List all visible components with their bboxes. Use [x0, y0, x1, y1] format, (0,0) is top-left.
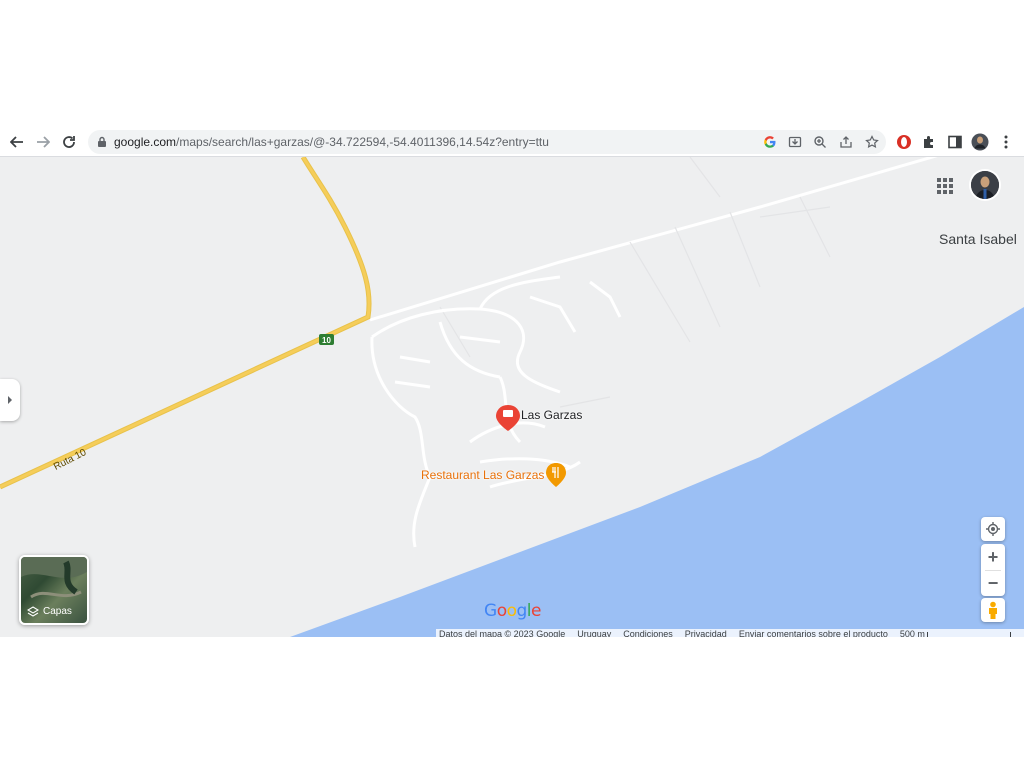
back-button[interactable] [7, 132, 27, 152]
neighbourhood-streets [370, 275, 622, 548]
install-icon [788, 136, 802, 148]
chevron-right-icon [8, 396, 12, 404]
star-icon [865, 135, 879, 149]
puzzle-icon [924, 136, 933, 148]
magnifier-icon [814, 136, 826, 148]
my-location-icon [986, 522, 1000, 536]
url-path: /maps/search/las+garzas/@-34.722594,-54.… [176, 135, 549, 149]
profile-button[interactable] [971, 133, 989, 151]
more-vertical-icon [1004, 135, 1008, 149]
privacy-link[interactable]: Privacidad [685, 629, 727, 637]
install-app-button[interactable] [787, 134, 803, 150]
scale-bar [926, 631, 1011, 637]
highway-ruta-10 [0, 157, 372, 490]
map-data-attribution: Datos del mapa © 2023 Google [439, 629, 566, 637]
opera-icon [897, 135, 911, 149]
scale-label: 500 m [899, 629, 925, 637]
coastal-road [369, 157, 938, 322]
google-logo: Google [484, 601, 541, 621]
restaurant-pin [546, 463, 566, 487]
map-footer: Datos del mapa © 2023 Google Uruguay Con… [436, 629, 1024, 637]
zoom-in-button[interactable]: + [981, 544, 1005, 570]
account-avatar-icon [971, 171, 999, 199]
google-g-icon [764, 136, 776, 148]
layers-icon [27, 606, 39, 617]
town-label-santa-isabel[interactable]: Santa Isabel [939, 231, 1017, 247]
route-shield-number: 10 [322, 336, 331, 345]
forward-arrow-icon [37, 136, 50, 148]
zoom-controls: + − [981, 544, 1005, 596]
account-avatar-button[interactable] [971, 171, 999, 199]
google-lens-button[interactable] [762, 134, 778, 150]
browser-toolbar: google.com/maps/search/las+garzas/@-34.7… [0, 128, 1024, 157]
zoom-page-button[interactable] [812, 134, 828, 150]
share-icon [840, 136, 852, 148]
google-apps-button[interactable] [935, 176, 955, 196]
poi-label-restaurant[interactable]: Restaurant Las Garzas [421, 468, 544, 482]
reload-icon [63, 136, 75, 148]
map-canvas[interactable]: 10 Las Garzas Restaurant Las Garzas Sant… [0, 157, 1024, 637]
feedback-link[interactable]: Enviar comentarios sobre el producto [739, 629, 888, 637]
chrome-menu-button[interactable] [997, 133, 1015, 151]
layers-button[interactable]: Capas [19, 555, 89, 625]
bookmark-button[interactable] [864, 134, 880, 150]
expand-side-panel-button[interactable] [0, 379, 20, 421]
share-button[interactable] [838, 134, 854, 150]
profile-avatar-icon [971, 133, 989, 151]
url-text: google.com/maps/search/las+garzas/@-34.7… [114, 135, 549, 149]
pegman-icon [989, 601, 997, 619]
forward-button[interactable] [33, 132, 53, 152]
address-bar[interactable]: google.com/maps/search/las+garzas/@-34.7… [88, 130, 886, 154]
apps-grid-icon [937, 178, 953, 194]
back-arrow-icon [10, 136, 23, 148]
lock-icon [98, 136, 106, 147]
url-host: google.com [114, 135, 177, 149]
opera-extension-button[interactable] [895, 133, 913, 151]
zoom-out-button[interactable]: − [981, 570, 1005, 596]
place-label-las-garzas[interactable]: Las Garzas [521, 408, 582, 422]
scale-indicator[interactable]: 500 m [900, 629, 1011, 637]
extensions-button[interactable] [920, 133, 938, 151]
terms-link[interactable]: Condiciones [623, 629, 673, 637]
map-base-layer: 10 [0, 157, 1024, 637]
my-location-button[interactable] [981, 517, 1005, 541]
reload-button[interactable] [59, 132, 79, 152]
layers-label: Capas [43, 606, 72, 617]
street-view-pegman-button[interactable] [981, 598, 1005, 622]
side-panel-icon [948, 135, 962, 149]
country-link[interactable]: Uruguay [577, 629, 611, 637]
side-panel-button[interactable] [946, 133, 964, 151]
